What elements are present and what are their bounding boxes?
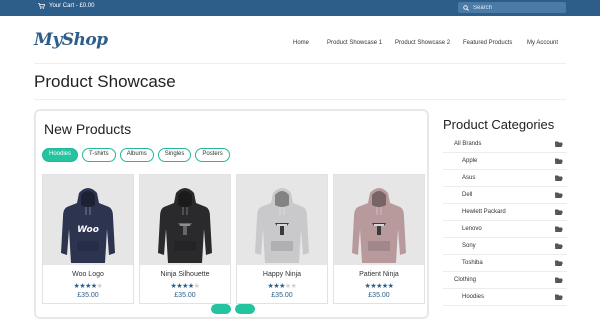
search-box[interactable] xyxy=(458,2,566,13)
folder-open-icon xyxy=(555,294,563,300)
hoodie-image: Woo xyxy=(61,188,115,263)
folder-open-icon xyxy=(555,192,563,198)
category-item[interactable]: Apple xyxy=(443,153,567,170)
search-icon xyxy=(463,4,469,11)
product-card[interactable]: Woo Woo Logo ★★★★★ £35.00 xyxy=(42,174,134,304)
carousel-pager xyxy=(211,304,255,314)
star-rating: ★★★★★ xyxy=(140,282,230,290)
tab-hoodies[interactable]: Hoodies xyxy=(42,148,79,162)
product-price: £35.00 xyxy=(174,292,196,299)
product-price: £35.00 xyxy=(271,292,293,299)
folder-open-icon xyxy=(555,243,563,249)
category-label[interactable]: Clothing xyxy=(454,277,476,283)
product-image[interactable] xyxy=(237,175,327,265)
category-item[interactable]: Hewlett Packard xyxy=(443,204,567,221)
product-price: £35.00 xyxy=(368,292,390,299)
folder-open-icon xyxy=(555,141,563,147)
folder-open-icon xyxy=(555,175,563,181)
product-name[interactable]: Ninja Silhouette xyxy=(140,271,230,278)
category-label[interactable]: Apple xyxy=(462,158,477,164)
star-icon: ★ xyxy=(96,283,103,290)
nav-home[interactable]: Home xyxy=(293,40,309,46)
category-label[interactable]: Asus xyxy=(462,175,475,181)
category-label[interactable]: Sony xyxy=(462,243,476,249)
star-icon: ★ xyxy=(387,283,394,290)
prev-button[interactable] xyxy=(211,304,231,314)
category-list: All Brands Apple Asus Dell Hewlett Packard Le… xyxy=(443,136,567,306)
star-rating: ★★★★★ xyxy=(334,282,424,290)
category-item[interactable]: Asus xyxy=(443,170,567,187)
site-logo[interactable]: MyShop xyxy=(34,30,108,50)
category-item[interactable]: All Brands xyxy=(443,136,567,153)
next-button[interactable] xyxy=(235,304,255,314)
category-item[interactable]: Dell xyxy=(443,187,567,204)
star-icon: ★ xyxy=(290,283,297,290)
product-image[interactable] xyxy=(334,175,424,265)
star-icon: ★ xyxy=(193,283,200,290)
category-label[interactable]: Hoodies xyxy=(462,294,484,300)
product-name[interactable]: Happy Ninja xyxy=(237,271,327,278)
header-divider xyxy=(34,63,566,64)
panel-title: New Products xyxy=(44,121,132,137)
product-name[interactable]: Patient Ninja xyxy=(334,271,424,278)
product-price: £35.00 xyxy=(77,292,99,299)
category-label[interactable]: All Brands xyxy=(454,141,481,147)
product-tabs: Hoodies T-shirts Albums Singles Posters xyxy=(42,148,230,162)
new-products-panel: New Products Hoodies T-shirts Albums Sin… xyxy=(34,109,429,319)
nav-product-showcase-2[interactable]: Product Showcase 2 xyxy=(395,40,450,46)
hoodie-image xyxy=(255,188,309,263)
category-item[interactable]: Lenovo xyxy=(443,221,567,238)
cart-link[interactable]: Your Cart - £0.00 xyxy=(38,3,94,9)
tab-t-shirts[interactable]: T-shirts xyxy=(82,148,116,162)
cart-total: Your Cart - £0.00 xyxy=(49,3,95,9)
category-label[interactable]: Dell xyxy=(462,192,472,198)
folder-open-icon xyxy=(555,260,563,266)
folder-open-icon xyxy=(555,158,563,164)
folder-open-icon xyxy=(555,226,563,232)
hoodie-image xyxy=(158,188,212,263)
page-title: Product Showcase xyxy=(34,72,176,91)
cart-icon xyxy=(38,3,45,9)
category-item[interactable]: Clothing xyxy=(443,272,567,289)
category-label[interactable]: Lenovo xyxy=(462,226,482,232)
category-item[interactable]: Hoodies xyxy=(443,289,567,306)
categories-title: Product Categories xyxy=(443,117,555,132)
product-image[interactable] xyxy=(140,175,230,265)
star-rating: ★★★★★ xyxy=(237,282,327,290)
product-name[interactable]: Woo Logo xyxy=(43,271,133,278)
category-item[interactable]: Toshiba xyxy=(443,255,567,272)
nav-product-showcase-1[interactable]: Product Showcase 1 xyxy=(327,40,382,46)
hoodie-image xyxy=(352,188,406,263)
star-rating: ★★★★★ xyxy=(43,282,133,290)
tab-posters[interactable]: Posters xyxy=(195,148,230,162)
tab-albums[interactable]: Albums xyxy=(119,148,154,162)
product-grid: Woo Woo Logo ★★★★★ £35.00 Ninja Silhouet… xyxy=(42,174,425,304)
folder-open-icon xyxy=(555,277,563,283)
product-card[interactable]: Happy Ninja ★★★★★ £35.00 xyxy=(236,174,328,304)
nav-featured-products[interactable]: Featured Products xyxy=(463,40,512,46)
search-input[interactable] xyxy=(473,4,563,11)
nav-my-account[interactable]: My Account xyxy=(527,40,558,46)
product-image[interactable]: Woo xyxy=(43,175,133,265)
category-label[interactable]: Hewlett Packard xyxy=(462,209,506,215)
title-divider xyxy=(34,99,566,100)
category-item[interactable]: Sony xyxy=(443,238,567,255)
product-card[interactable]: Patient Ninja ★★★★★ £35.00 xyxy=(333,174,425,304)
tab-singles[interactable]: Singles xyxy=(157,148,192,162)
svg-text:Woo: Woo xyxy=(77,225,99,235)
folder-open-icon xyxy=(555,209,563,215)
top-bar: Your Cart - £0.00 xyxy=(0,0,600,16)
product-card[interactable]: Ninja Silhouette ★★★★★ £35.00 xyxy=(139,174,231,304)
category-label[interactable]: Toshiba xyxy=(462,260,483,266)
